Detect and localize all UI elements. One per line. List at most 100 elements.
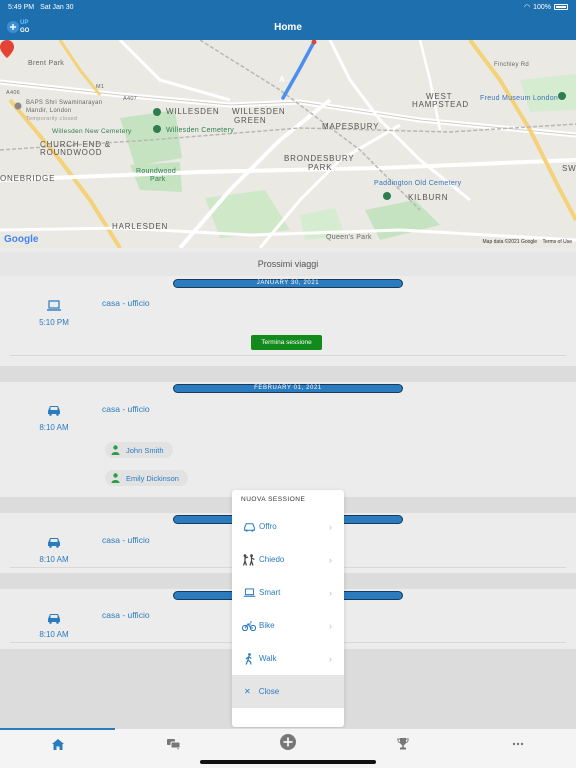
chevron-right-icon: › [329, 554, 332, 565]
battery-percent: 100% [533, 3, 551, 11]
logo-text-top: UP [20, 20, 29, 26]
trip-time: 8:10 AM [39, 630, 69, 639]
passenger-chip[interactable]: Emily Dickinson [105, 470, 188, 486]
trip-name: casa - ufficio [102, 298, 150, 308]
trip-time: 8:10 AM [39, 423, 69, 432]
map-label-baps-3: Temporarily closed [26, 116, 78, 122]
map-label-freud-museum: Freud Museum London [480, 95, 559, 102]
menu-header: NUOVA SESSIONE [241, 496, 306, 503]
trip-name: casa - ufficio [102, 404, 150, 414]
close-button[interactable]: ✕ Close [232, 675, 344, 708]
map-label-roundwood-1: Roundwood [136, 168, 177, 175]
map-label-willesden-green-2: GREEN [234, 116, 267, 125]
plus-circle-icon [280, 734, 296, 750]
wifi-icon: ◠ [523, 4, 531, 11]
home-indicator [200, 760, 376, 764]
close-label: Close [258, 687, 280, 696]
tab-add[interactable] [278, 734, 298, 750]
chat-icon [166, 738, 180, 750]
menu-item-label: Walk [259, 654, 277, 663]
passenger-name: John Smith [126, 445, 164, 455]
menu-item-walk[interactable]: Walk › [232, 642, 344, 675]
person-icon [111, 473, 120, 483]
car-icon [48, 614, 60, 624]
laptop-icon [47, 300, 61, 311]
menu-item-bike[interactable]: Bike › [232, 609, 344, 642]
map-label-willesden-green-1: WILLESDEN [232, 107, 286, 116]
google-logo: Google [4, 234, 39, 245]
menu-item-smart[interactable]: Smart › [232, 576, 344, 609]
chevron-right-icon: › [329, 521, 332, 532]
chevron-right-icon: › [329, 587, 332, 598]
map-label-willesden-new-cemetery: Willesden New Cemetery [52, 128, 132, 135]
map-footer: Map data ©2021 Google Terms of Use [483, 239, 572, 245]
trip-name: casa - ufficio [102, 610, 150, 620]
menu-item-chiedo[interactable]: Chiedo › [232, 543, 344, 576]
trip-time: 8:10 AM [39, 555, 69, 564]
car-icon [243, 522, 255, 532]
passenger-chip[interactable]: John Smith [105, 442, 173, 458]
map-label-willesden: WILLESDEN [166, 107, 220, 116]
map-label-baps-2: Mandir, London [26, 108, 72, 114]
tab-home[interactable] [48, 737, 68, 751]
end-session-button[interactable]: Termina sessione [251, 335, 322, 350]
map-label-harlesden: HARLESDEN [112, 222, 169, 231]
status-time: 5:49 PM [8, 3, 35, 11]
map-label-onebridge: ONEBRIDGE [0, 174, 56, 183]
passenger-name: Emily Dickinson [126, 473, 179, 483]
map-view[interactable]: Brent Park BAPS Shri Swaminarayan Mandir… [0, 40, 576, 248]
menu-item-label: Offro [259, 522, 277, 531]
trip-card-1[interactable]: JANUARY 30, 2021 5:10 PM casa - ufficio … [0, 276, 576, 366]
map-label-kilburn: KILBURN [408, 193, 449, 202]
map-label-west-hampstead-2: HAMPSTEAD [412, 100, 469, 109]
map-label-sw: SW [562, 164, 576, 173]
trip-name: casa - ufficio [102, 535, 150, 545]
app-logo[interactable]: UP GO [6, 17, 34, 37]
divider [10, 355, 566, 356]
map-label-church-end-2: ROUNDWOOD [40, 148, 103, 157]
separator-band [0, 366, 576, 382]
status-date: Sat Jan 30 [40, 3, 74, 11]
trophy-icon [397, 738, 409, 750]
tab-trophy[interactable] [393, 737, 413, 751]
date-header: FEBRUARY 01, 2021 [173, 384, 403, 393]
close-icon: ✕ [244, 687, 251, 696]
home-icon [52, 738, 64, 750]
map-label-finchley-rd: Finchley Rd [494, 62, 529, 68]
map-data-text: Map data ©2021 Google [482, 239, 538, 245]
active-tab-indicator [0, 728, 115, 730]
map-label-a407: A407 [123, 96, 138, 102]
status-bar: 5:49 PM Sat Jan 30 ◠ 100% [0, 0, 576, 14]
tab-chat[interactable] [163, 737, 183, 751]
map-label-a406: A406 [6, 90, 21, 96]
map-label-baps-1: BAPS Shri Swaminarayan [26, 100, 103, 106]
date-header: JANUARY 30, 2021 [173, 279, 403, 288]
walk-icon [245, 652, 252, 665]
map-label-paddington-cemetery: Paddington Old Cemetery [374, 180, 462, 187]
person-icon [111, 445, 120, 455]
menu-item-label: Bike [259, 621, 275, 630]
nav-bar: UP GO Home [0, 14, 576, 40]
menu-item-label: Smart [259, 588, 281, 597]
menu-item-offro[interactable]: Offro › [232, 510, 344, 543]
logo-text-bottom: GO [20, 28, 30, 34]
tab-more[interactable] [508, 737, 528, 751]
map-label-roundwood-2: Park [150, 176, 166, 183]
chevron-right-icon: › [329, 653, 332, 664]
map-pin-label: A [279, 75, 286, 84]
laptop-icon [243, 587, 255, 597]
car-icon [48, 406, 60, 416]
terms-link[interactable]: Terms of Use [543, 239, 572, 245]
map-pin-icon[interactable] [0, 40, 14, 58]
trip-card-2[interactable]: FEBRUARY 01, 2021 8:10 AM casa - ufficio… [0, 382, 576, 497]
map-label-willesden-cemetery: Willesden Cemetery [166, 127, 235, 134]
page-title: Home [274, 21, 302, 33]
trip-time: 5:10 PM [39, 318, 69, 327]
new-session-menu: NUOVA SESSIONE Offro › Chiedo › Smart › … [232, 490, 344, 727]
battery-icon [554, 4, 568, 10]
car-icon [48, 538, 60, 548]
section-title: Prossimi viaggi [0, 252, 576, 276]
hitchhike-icon [242, 553, 255, 566]
map-label-brondesbury-2: PARK [308, 163, 333, 172]
map-label-mapesbury: MAPESBURY [322, 122, 380, 131]
